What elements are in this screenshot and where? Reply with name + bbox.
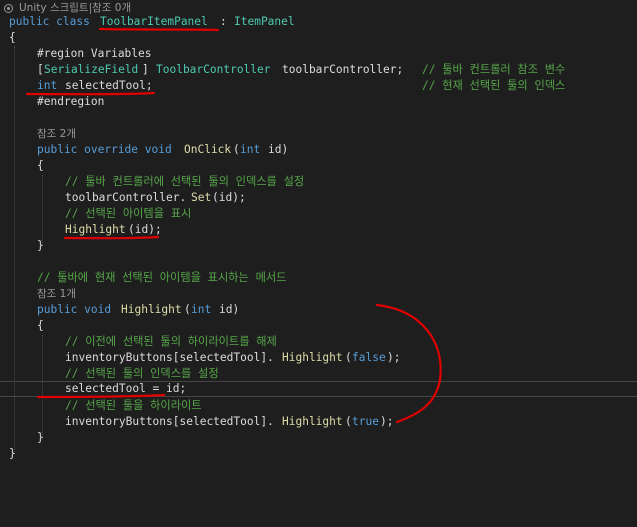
attribute-name: SerializeField (44, 63, 139, 76)
code-line[interactable]: inventoryButtons[selectedTool]. Highligh… (0, 350, 637, 366)
bool-literal: true (352, 415, 379, 428)
codelens-line[interactable]: 참조 1개 (0, 286, 637, 302)
attribute-bracket: ] (142, 63, 149, 76)
paren: ( (345, 351, 352, 364)
code-editor[interactable]: Unity 스크립트|참조 0개 public class ToolbarIte… (0, 0, 637, 462)
code-line[interactable]: // 이전에 선택된 툴의 하이라이트를 해제 (0, 334, 637, 350)
code-line[interactable]: [ SerializeField ] ToolbarController too… (0, 62, 637, 78)
brace: } (9, 447, 16, 460)
brace: } (37, 239, 44, 252)
comment: // 선택된 툴의 인덱스를 설정 (65, 367, 219, 380)
code-line[interactable]: inventoryButtons[selectedTool]. Highligh… (0, 414, 637, 430)
call-args: (id); (212, 191, 246, 204)
code-line[interactable]: // 선택된 툴의 인덱스를 설정 (0, 366, 637, 382)
codelens-line[interactable]: 참조 2개 (0, 126, 637, 142)
code-line[interactable]: toolbarController. Set (id); (0, 190, 637, 206)
comment: // 선택된 툴을 하이라이트 (65, 399, 202, 412)
call-target: toolbarController. (65, 191, 187, 204)
method-modifiers: public override void (37, 143, 172, 156)
code-line[interactable]: { (0, 30, 637, 46)
comment: // 선택된 아이템을 표시 (65, 207, 192, 220)
field-type: int (37, 79, 58, 92)
code-line[interactable]: // 선택된 아이템을 표시 (0, 206, 637, 222)
class-keywords: public class (9, 15, 90, 28)
brace: { (37, 159, 44, 172)
call-method: Highlight (282, 415, 343, 428)
comment: // 툴바에 현재 선택된 아이템을 표시하는 메서드 (37, 271, 287, 284)
field-comment: // 현재 선택된 툴의 인덱스 (422, 79, 566, 92)
brace: { (37, 319, 44, 332)
call-target: inventoryButtons[selectedTool]. (65, 415, 274, 428)
method-modifiers: public void (37, 303, 112, 316)
brace: } (37, 431, 44, 444)
method-name: Highlight (121, 303, 182, 316)
endregion-directive: #endregion (37, 95, 105, 108)
code-line[interactable]: // 툴바에 현재 선택된 아이템을 표시하는 메서드 (0, 270, 637, 286)
bool-literal: false (352, 351, 386, 364)
paren: ( (345, 415, 352, 428)
param-type: int (191, 303, 212, 316)
code-line[interactable]: } (0, 238, 637, 254)
param-name: id) (268, 143, 289, 156)
method-name: OnClick (184, 143, 232, 156)
base-class-name: ItemPanel (234, 15, 295, 28)
param-name: id) (219, 303, 240, 316)
class-name: ToolbarItemPanel (100, 15, 208, 28)
field-name: selectedTool; (65, 79, 153, 92)
call-target: inventoryButtons[selectedTool]. (65, 351, 274, 364)
codelens-references[interactable]: 참조 2개 (37, 126, 76, 142)
comment: // 툴바 컨트롤러에 선택된 툴의 인덱스를 설정 (65, 175, 305, 188)
code-line[interactable]: { (0, 158, 637, 174)
class-separator: : (220, 15, 227, 28)
code-line[interactable]: public class ToolbarItemPanel : ItemPane… (0, 14, 637, 30)
code-line[interactable]: } (0, 446, 637, 462)
comment: // 이전에 선택된 툴의 하이라이트를 해제 (65, 335, 277, 348)
code-line[interactable]: #endregion (0, 94, 637, 110)
call-close: ); (380, 415, 394, 428)
call-method: Highlight (65, 223, 126, 236)
unity-icon (4, 4, 13, 13)
region-directive: #region Variables (37, 47, 152, 60)
call-args: (id); (128, 223, 162, 236)
code-line[interactable]: public override void OnClick ( int id) (0, 142, 637, 158)
field-name: toolbarController; (282, 63, 404, 76)
paren: ( (184, 303, 191, 316)
code-line[interactable]: #region Variables (0, 46, 637, 62)
code-line[interactable]: // 툴바 컨트롤러에 선택된 툴의 인덱스를 설정 (0, 174, 637, 190)
field-type: ToolbarController (156, 63, 271, 76)
paren: ( (233, 143, 240, 156)
call-method: Highlight (282, 351, 343, 364)
field-comment: // 툴바 컨트롤러 참조 변수 (422, 63, 566, 76)
call-method: Set (191, 191, 212, 204)
current-code-line[interactable]: selectedTool = id; (0, 381, 637, 398)
code-line[interactable]: public void Highlight ( int id) (0, 302, 637, 318)
call-close: ); (387, 351, 401, 364)
code-line[interactable]: { (0, 318, 637, 334)
code-line[interactable]: } (0, 430, 637, 446)
code-line[interactable]: Highlight (id); (0, 222, 637, 238)
attribute-bracket: [ (37, 63, 44, 76)
param-type: int (240, 143, 261, 156)
assignment-statement: selectedTool = id; (65, 382, 187, 395)
brace: { (9, 31, 16, 44)
codelens-references[interactable]: 참조 1개 (37, 286, 76, 302)
code-line[interactable]: // 선택된 툴을 하이라이트 (0, 398, 637, 414)
code-line[interactable]: int selectedTool; // 현재 선택된 툴의 인덱스 (0, 78, 637, 94)
